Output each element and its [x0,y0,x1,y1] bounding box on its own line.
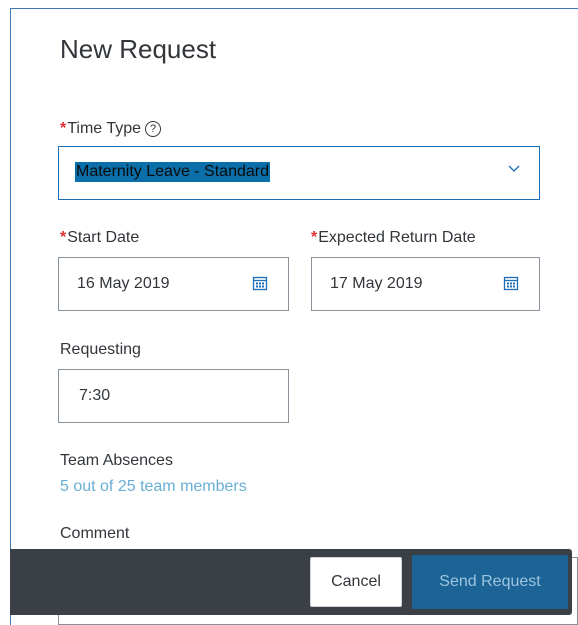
send-request-button[interactable]: Send Request [412,555,568,609]
chevron-down-icon[interactable] [507,161,521,175]
return-date-label: *Expected Return Date [311,229,476,247]
team-absences-link[interactable]: 5 out of 25 team members [60,478,247,496]
required-marker: * [60,229,67,246]
team-absences-label: Team Absences [60,452,173,469]
required-marker: * [311,229,318,246]
required-marker: * [60,120,67,137]
time-type-select[interactable]: Maternity Leave - Standard [58,146,540,200]
requesting-field[interactable]: 7:30 [58,369,289,423]
return-date-field[interactable]: 17 May 2019 [311,257,540,311]
time-type-label: *Time Type? [60,120,162,138]
help-circle-icon[interactable]: ? [145,121,162,137]
dialog-title: New Request [60,34,217,64]
start-date-label-text: Start Date [67,229,140,246]
time-type-label-text: Time Type [67,120,142,137]
time-type-value: Maternity Leave - Standard [75,162,270,182]
calendar-icon[interactable] [252,275,268,291]
return-date-label-text: Expected Return Date [318,229,476,246]
dialog-footer: Cancel Send Request [10,549,572,615]
start-date-value: 16 May 2019 [77,275,170,292]
calendar-icon[interactable] [503,275,519,291]
cancel-button[interactable]: Cancel [310,557,402,607]
return-date-value: 17 May 2019 [330,275,423,292]
requesting-label: Requesting [60,341,141,358]
comment-label: Comment [60,525,130,542]
start-date-field[interactable]: 16 May 2019 [58,257,289,311]
requesting-value: 7:30 [79,387,111,404]
start-date-label: *Start Date [60,229,139,247]
